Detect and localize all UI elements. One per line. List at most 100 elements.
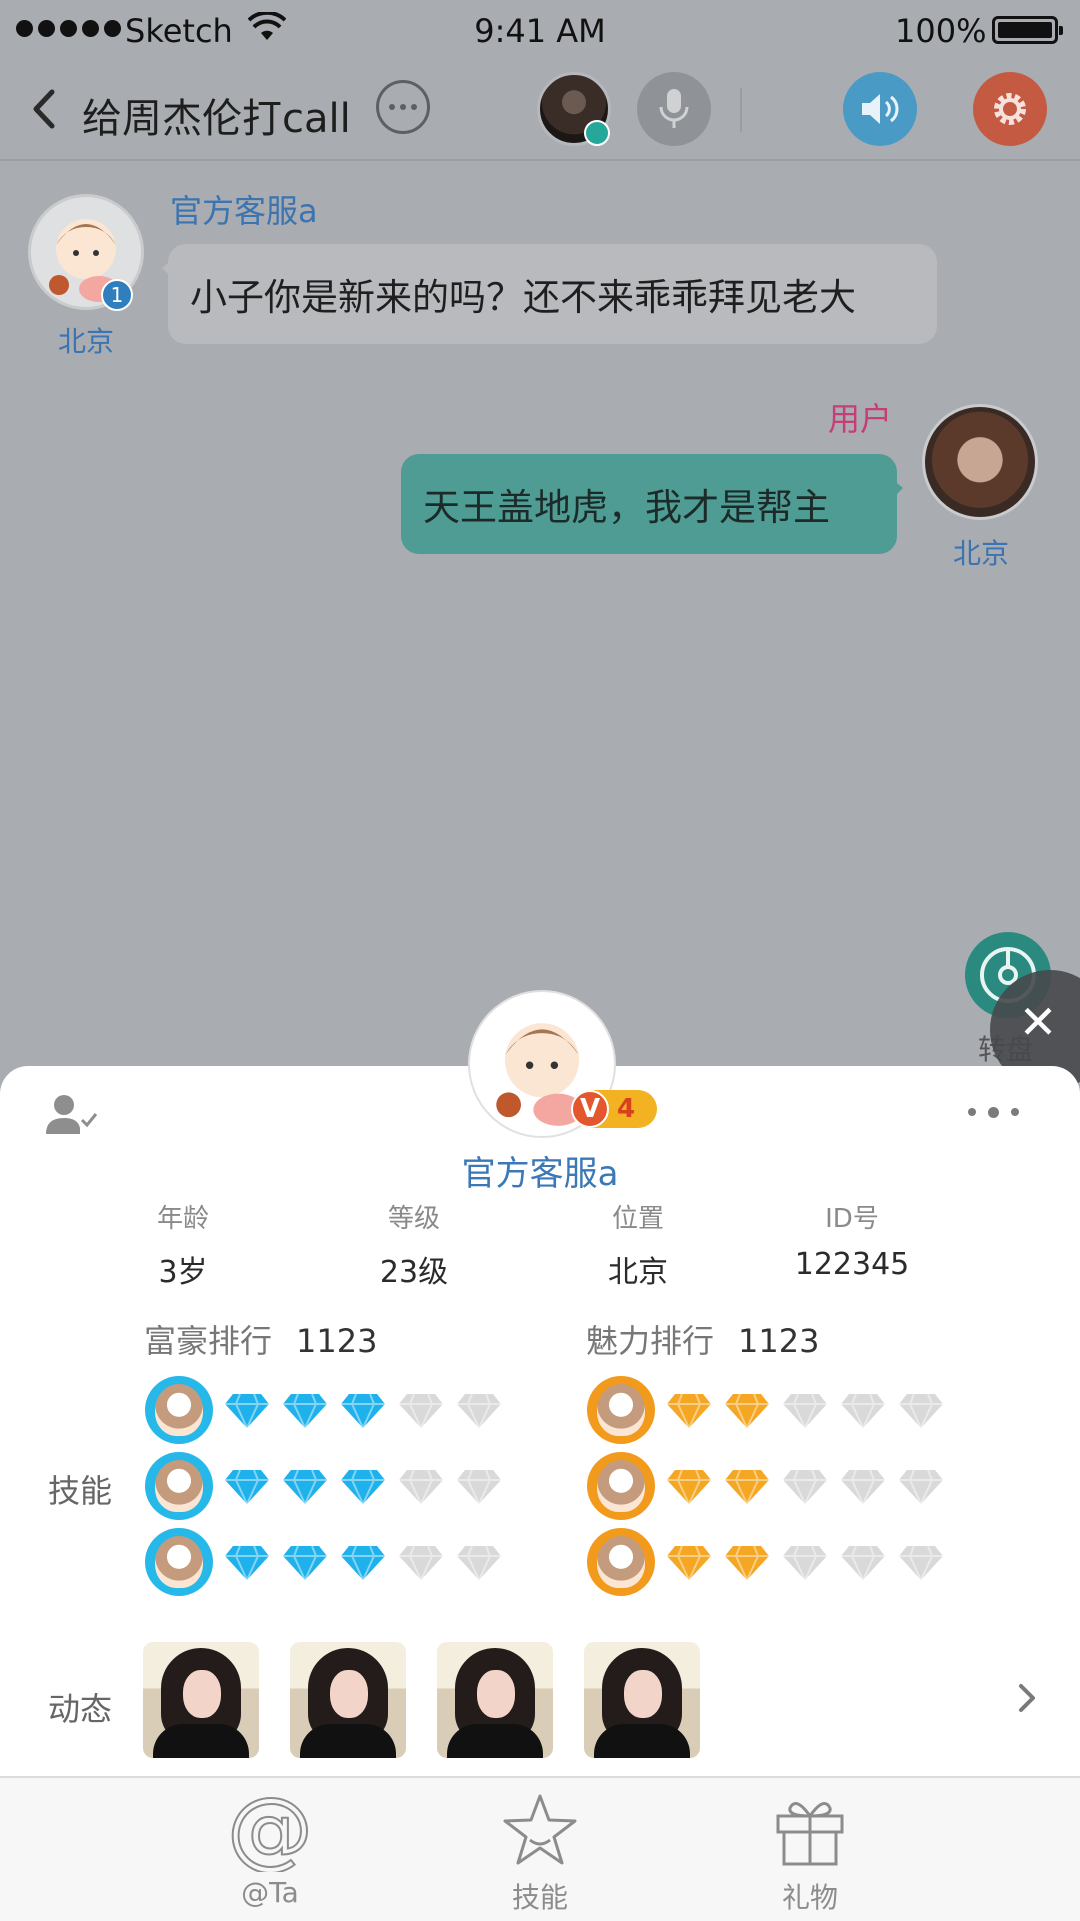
user-avatar[interactable] [922, 404, 1038, 520]
chevron-right-icon[interactable] [1012, 1676, 1042, 1720]
svg-text:@: @ [228, 1788, 312, 1872]
skill-avatar [145, 1452, 213, 1520]
gem-empty-icon [839, 1390, 887, 1431]
skill-row[interactable] [587, 1376, 955, 1444]
rich-rank-label: 富豪排行 [144, 1322, 273, 1360]
moment-photo[interactable] [437, 1642, 553, 1758]
gem-filled-icon [665, 1542, 713, 1583]
gem-empty-icon [897, 1466, 945, 1507]
at-icon: @ [228, 1788, 312, 1872]
gem-filled-icon [281, 1542, 329, 1583]
tab-label: 技能 [511, 1881, 568, 1914]
gem-filled-icon [339, 1390, 387, 1431]
nav-bar: 给周杰伦打call [0, 60, 1080, 161]
gem-empty-icon [455, 1466, 503, 1507]
microphone-icon [659, 89, 689, 128]
stat-age: 年龄 3岁 [103, 1198, 263, 1291]
gem-empty-icon [455, 1542, 503, 1583]
skills-label: 技能 [48, 1472, 113, 1510]
vip-level-badge: V 4 [571, 1090, 657, 1128]
gem-empty-icon [397, 1466, 445, 1507]
gem-filled-icon [665, 1390, 713, 1431]
room-title: 给周杰伦打call [82, 96, 351, 142]
gem-filled-icon [281, 1466, 329, 1507]
gem-empty-icon [839, 1466, 887, 1507]
vip-mark: V [571, 1090, 609, 1128]
stat-label: ID号 [825, 1204, 879, 1234]
tab-label: 礼物 [781, 1881, 838, 1914]
profile-name: 官方客服a [461, 1154, 619, 1194]
incoming-message-bubble[interactable]: 小子你是新来的吗？还不来乖乖拜见老大 [162, 244, 937, 344]
stat-label: 等级 [387, 1204, 440, 1234]
gem-empty-icon [397, 1542, 445, 1583]
speaker-icon [862, 94, 899, 124]
message-text: 小子你是新来的吗？还不来乖乖拜见老大 [190, 276, 856, 319]
gem-empty-icon [455, 1390, 503, 1431]
stat-value: 北京 [608, 1255, 668, 1290]
bottom-tab-bar: @ @Ta 技能 礼物 [0, 1776, 1080, 1921]
gem-filled-icon [723, 1466, 771, 1507]
skill-avatar [145, 1376, 213, 1444]
stat-level: 等级 23级 [334, 1198, 494, 1291]
charm-rank: 魅力排行 1123 [586, 1316, 819, 1362]
gem-empty-icon [839, 1542, 887, 1583]
rich-rank-value: 1123 [296, 1322, 378, 1360]
gem-filled-icon [223, 1542, 271, 1583]
tab-skills[interactable]: 技能 [475, 1788, 605, 1916]
close-icon: ✕ [1018, 995, 1058, 1049]
microphone-button[interactable] [637, 72, 711, 146]
stat-value: 23级 [379, 1255, 449, 1290]
outgoing-message-bubble[interactable]: 天王盖地虎，我才是帮主 [401, 454, 903, 554]
gem-filled-icon [223, 1390, 271, 1431]
gem-filled-icon [223, 1466, 271, 1507]
stat-label: 位置 [611, 1204, 664, 1234]
moment-photo[interactable] [584, 1642, 700, 1758]
skill-avatar [145, 1528, 213, 1596]
tab-at-ta[interactable]: @ @Ta [205, 1788, 335, 1909]
more-options-button[interactable] [376, 80, 430, 134]
gem-empty-icon [781, 1390, 829, 1431]
stat-id: ID号 122345 [772, 1198, 932, 1282]
battery-icon [992, 16, 1063, 44]
settings-button[interactable] [973, 72, 1047, 146]
moments-label: 动态 [48, 1690, 113, 1728]
gem-empty-icon [781, 1542, 829, 1583]
stat-value: 122345 [794, 1247, 910, 1282]
back-chevron-icon[interactable] [26, 84, 66, 134]
gem-empty-icon [897, 1542, 945, 1583]
stat-location: 位置 北京 [558, 1198, 718, 1291]
gem-filled-icon [339, 1542, 387, 1583]
skill-row[interactable] [587, 1452, 955, 1520]
skill-avatar [587, 1376, 655, 1444]
skill-row[interactable] [145, 1528, 513, 1596]
tab-gifts[interactable]: 礼物 [745, 1788, 875, 1916]
skill-row[interactable] [587, 1528, 955, 1596]
host-mic-indicator-icon [584, 120, 610, 146]
sender-location: 北京 [58, 325, 115, 358]
battery-percent: 100% [895, 12, 987, 50]
notification-badge: 1 [101, 279, 133, 311]
sender-name[interactable]: 官方客服a [170, 186, 318, 232]
gem-filled-icon [723, 1390, 771, 1431]
skill-row[interactable] [145, 1452, 513, 1520]
star-icon [503, 1794, 577, 1865]
gem-filled-icon [281, 1390, 329, 1431]
nav-divider [740, 88, 742, 132]
card-more-button[interactable] [968, 1107, 1019, 1118]
stat-value: 3岁 [158, 1255, 208, 1290]
moment-photo[interactable] [143, 1642, 259, 1758]
follow-user-icon[interactable] [44, 1092, 100, 1136]
charm-rank-label: 魅力排行 [586, 1322, 715, 1360]
rich-rank: 富豪排行 1123 [144, 1316, 377, 1362]
gear-icon [994, 93, 1026, 125]
user-location: 北京 [953, 537, 1010, 570]
user-name[interactable]: 用户 [828, 394, 892, 440]
gem-empty-icon [781, 1466, 829, 1507]
moment-photo[interactable] [290, 1642, 406, 1758]
gem-filled-icon [339, 1466, 387, 1507]
skill-avatar [587, 1528, 655, 1596]
speaker-button[interactable] [843, 72, 917, 146]
tab-label: @Ta [241, 1876, 299, 1909]
status-bar: Sketch 9:41 AM 100% [0, 0, 1080, 60]
skill-row[interactable] [145, 1376, 513, 1444]
